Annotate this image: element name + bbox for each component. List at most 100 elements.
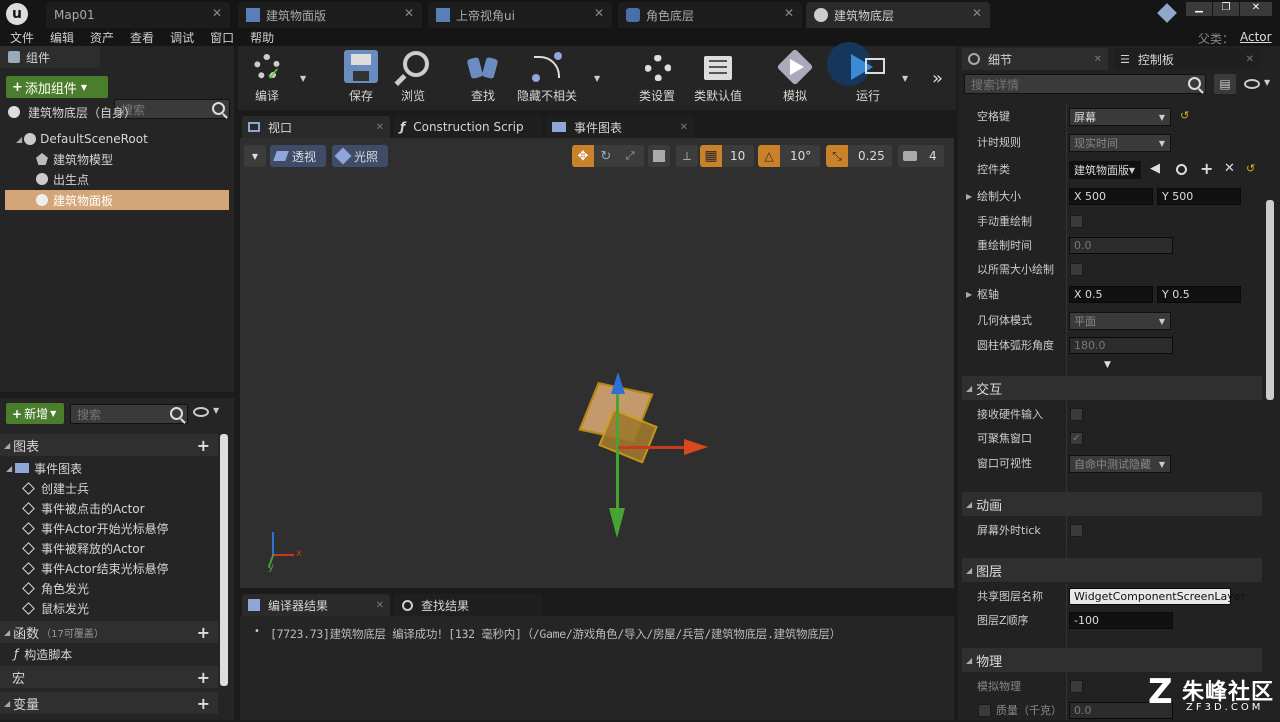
window-visibility-combo[interactable]: 自命中测试隐藏 xyxy=(1069,455,1171,473)
component-spawn-point[interactable]: 出生点 xyxy=(36,169,89,189)
focusable-checkbox[interactable]: ✓ xyxy=(1070,432,1083,445)
receive-hardware-checkbox[interactable] xyxy=(1070,408,1083,421)
viewport-options-button[interactable]: ▼ xyxy=(244,145,266,167)
timing-combo[interactable]: 现实时间 xyxy=(1069,134,1171,152)
macros-header[interactable]: 宏 + xyxy=(0,666,218,688)
graphs-header[interactable]: ◢ 图表 + xyxy=(0,434,218,456)
unreal-logo-icon[interactable]: u xyxy=(6,3,28,25)
manual-redraw-checkbox[interactable] xyxy=(1070,215,1083,228)
minimize-button[interactable]: ▁ xyxy=(1186,2,1212,16)
section-physics[interactable]: ◢ 物理 xyxy=(962,648,1262,672)
menu-file[interactable]: 文件 xyxy=(10,29,34,46)
details-search-input[interactable]: 搜索详情 xyxy=(964,74,1206,94)
back-arrow-icon[interactable]: ◀ xyxy=(1150,161,1160,176)
scrollbar[interactable] xyxy=(220,434,228,686)
draw-desired-checkbox[interactable] xyxy=(1070,263,1083,276)
add-graph-icon[interactable]: + xyxy=(197,436,210,455)
scale-icon[interactable]: ⤢ xyxy=(618,145,642,167)
close-window-button[interactable]: ✕ xyxy=(1240,2,1272,16)
toolbar-overflow-icon[interactable]: » xyxy=(932,68,943,89)
compile-options-chevron-icon[interactable]: ▼ xyxy=(300,74,306,83)
tab-building-panel[interactable]: 建筑物面版 ✕ xyxy=(238,2,422,28)
shared-layer-name-field[interactable]: WidgetComponentScreenLayer xyxy=(1069,588,1245,605)
tab-character-base[interactable]: 角色底层 ✕ xyxy=(618,2,802,28)
add-component-button[interactable]: + 添加组件 ▼ xyxy=(6,76,108,98)
close-icon[interactable]: ✕ xyxy=(680,122,688,133)
add-variable-icon[interactable]: + xyxy=(197,694,210,713)
compile-button[interactable]: ✓ 编译 xyxy=(244,50,290,108)
gizmo-z-axis[interactable] xyxy=(616,388,619,524)
gizmo-x-axis[interactable] xyxy=(618,446,688,449)
tab-details[interactable]: 细节 ✕ xyxy=(962,48,1108,70)
class-defaults-button[interactable]: 类默认值 xyxy=(692,50,744,108)
maximize-button[interactable]: ❐ xyxy=(1213,2,1239,16)
camera-speed-button[interactable]: 4 xyxy=(898,145,944,167)
perspective-button[interactable]: 透视 xyxy=(270,145,326,167)
event-item[interactable]: 事件Actor结束光标悬停 xyxy=(22,558,169,578)
component-default-scene-root[interactable]: ◢ DefaultSceneRoot xyxy=(16,129,148,149)
redraw-time-field[interactable]: 0.0 xyxy=(1069,237,1173,254)
event-item[interactable]: 创建士兵 xyxy=(22,478,89,498)
event-graph-item[interactable]: ◢ 事件图表 xyxy=(6,458,82,478)
section-interaction[interactable]: ◢ 交互 xyxy=(962,376,1262,400)
tab-compiler-results[interactable]: 编译器结果 ✕ xyxy=(242,594,390,616)
eye-view-icon[interactable] xyxy=(1244,79,1260,89)
menu-asset[interactable]: 资产 xyxy=(90,29,114,46)
reset-arrow-icon[interactable]: ↺ xyxy=(1180,109,1189,122)
section-animation[interactable]: ◢ 动画 xyxy=(962,492,1262,516)
mass-override-checkbox[interactable] xyxy=(978,703,991,717)
menu-window[interactable]: 窗口 xyxy=(210,29,234,46)
add-function-icon[interactable]: + xyxy=(197,623,210,642)
advanced-expand-icon[interactable]: ▼ xyxy=(1104,360,1111,370)
close-icon[interactable]: ✕ xyxy=(1094,54,1102,65)
event-item[interactable]: 事件被点击的Actor xyxy=(22,498,145,518)
add-macro-icon[interactable]: + xyxy=(197,668,210,687)
details-scrollbar[interactable] xyxy=(1266,200,1274,400)
close-icon[interactable]: ✕ xyxy=(972,6,982,20)
gizmo-z-arrow-up[interactable] xyxy=(611,372,625,394)
close-icon[interactable]: ✕ xyxy=(1246,54,1254,65)
find-button[interactable]: 查找 xyxy=(462,50,504,108)
event-item[interactable]: 事件被释放的Actor xyxy=(22,538,145,558)
event-item[interactable]: 角色发光 xyxy=(22,578,89,598)
save-button[interactable]: 保存 xyxy=(340,50,382,108)
geometry-combo[interactable]: 平面 xyxy=(1069,312,1171,330)
close-icon[interactable]: ✕ xyxy=(594,6,604,20)
cylinder-angle-field[interactable]: 180.0 xyxy=(1069,337,1173,354)
tab-construction-script[interactable]: ƒ Construction Scrip xyxy=(394,116,542,138)
tab-control-panel[interactable]: ☰ 控制板 ✕ xyxy=(1114,48,1260,70)
draw-size-x[interactable]: X 500 xyxy=(1069,188,1153,205)
component-building-panel[interactable]: 建筑物面板 xyxy=(5,190,229,210)
play-button[interactable]: 运行 xyxy=(827,42,892,108)
lit-button[interactable]: 光照 xyxy=(332,145,388,167)
pivot-x[interactable]: X 0.5 xyxy=(1069,286,1153,303)
parent-class-link[interactable]: Actor xyxy=(1240,30,1272,44)
menu-debug[interactable]: 调试 xyxy=(170,29,194,46)
view-options-icon[interactable] xyxy=(193,407,209,417)
gizmo-x-arrow[interactable] xyxy=(684,439,708,455)
menu-help[interactable]: 帮助 xyxy=(250,29,274,46)
simulate-button[interactable]: 模拟 xyxy=(774,48,816,108)
widget-class-combo[interactable]: 建筑物面版 xyxy=(1069,161,1141,179)
source-control-icon[interactable] xyxy=(1157,3,1177,23)
new-button[interactable]: + 新增 ▼ xyxy=(6,403,64,424)
hide-options-chevron-icon[interactable]: ▼ xyxy=(594,74,600,83)
rotation-snap-group[interactable]: △ 10° xyxy=(758,145,820,167)
construction-script-item[interactable]: ƒ 构造脚本 xyxy=(14,644,72,664)
menu-view[interactable]: 查看 xyxy=(130,29,154,46)
event-item[interactable]: 鼠标发光 xyxy=(22,598,89,618)
expand-icon[interactable]: ▶ xyxy=(966,290,972,299)
close-icon[interactable]: ✕ xyxy=(376,122,384,133)
close-icon[interactable]: ✕ xyxy=(376,600,384,611)
chevron-down-icon[interactable]: ▼ xyxy=(1264,78,1270,87)
surface-snap-toggle[interactable]: ⟂ xyxy=(676,145,698,167)
simulate-physics-checkbox[interactable] xyxy=(1070,680,1083,693)
section-layers[interactable]: ◢ 图层 xyxy=(962,558,1262,582)
clear-x-icon[interactable]: ✕ xyxy=(1224,161,1235,176)
functions-header[interactable]: ◢ 函数 （17可覆盖） + xyxy=(0,621,218,643)
components-tab[interactable]: 组件 xyxy=(0,46,100,68)
class-settings-button[interactable]: 类设置 xyxy=(636,50,678,108)
reset-arrow-icon[interactable]: ↺ xyxy=(1246,162,1255,175)
tab-find-results[interactable]: 查找结果 xyxy=(394,594,542,616)
scale-snap-group[interactable]: ⤡ 0.25 xyxy=(826,145,892,167)
